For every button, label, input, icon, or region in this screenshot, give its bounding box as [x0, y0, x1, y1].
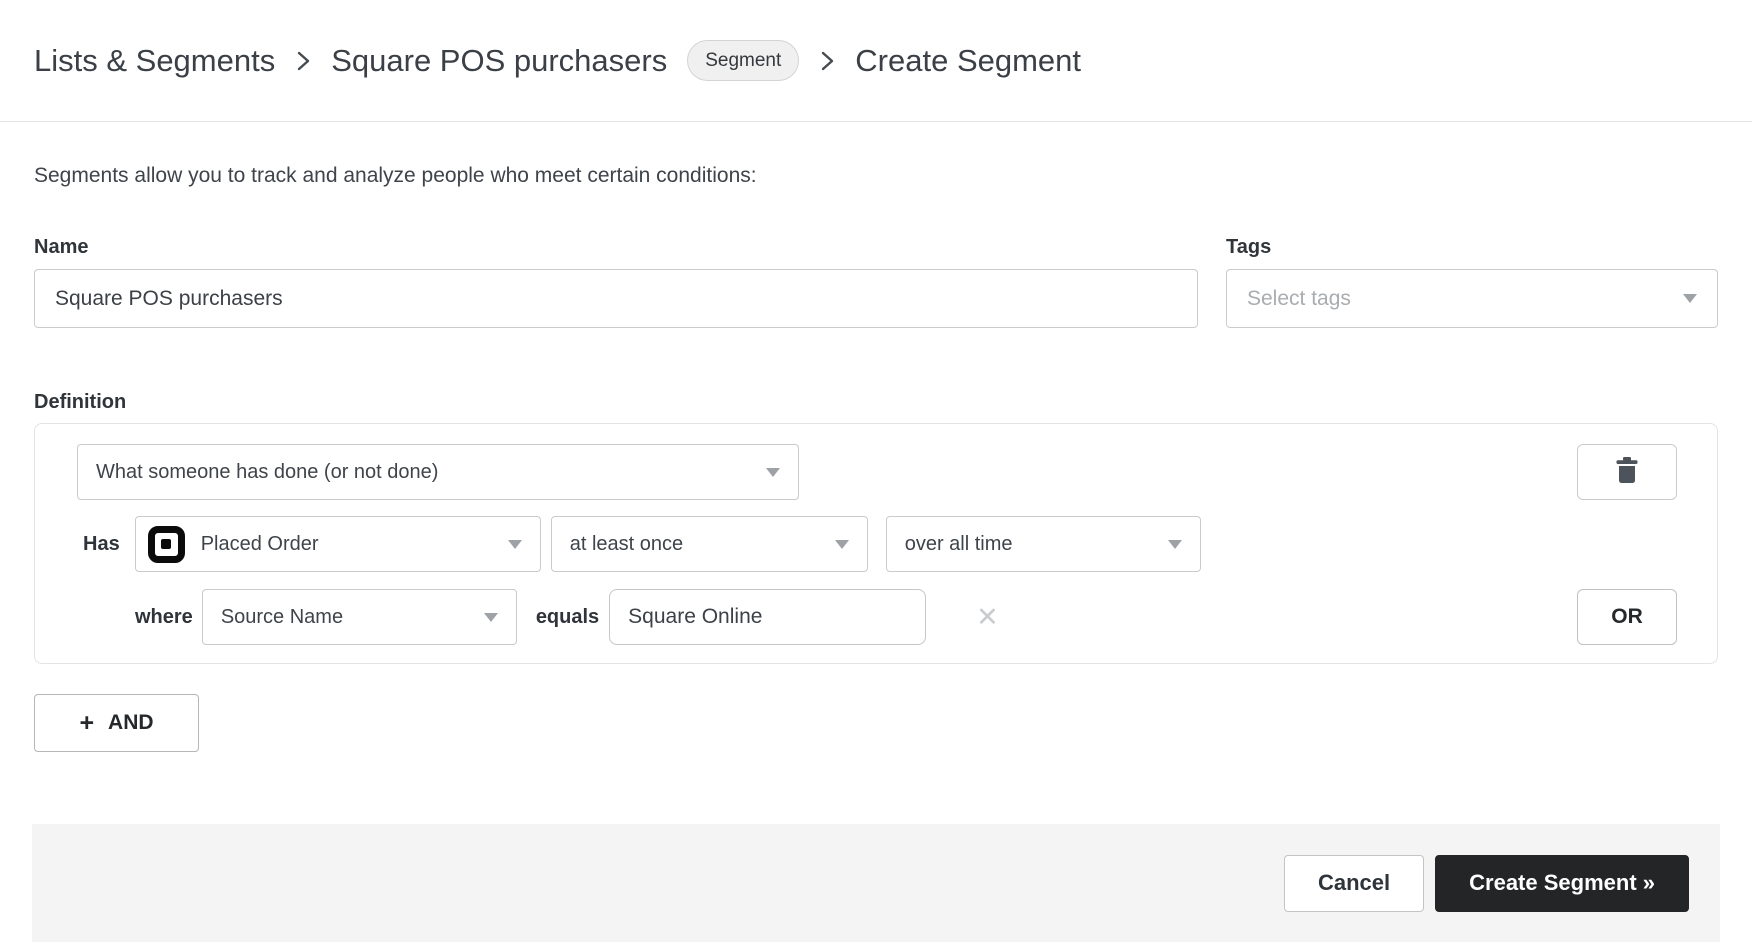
breadcrumb-chevron-icon	[295, 47, 311, 75]
chevron-down-icon	[1683, 294, 1697, 303]
timeframe-value: over all time	[905, 533, 1013, 556]
tags-placeholder: Select tags	[1247, 287, 1351, 311]
page-intro: Segments allow you to track and analyze …	[34, 164, 1718, 188]
main-content: Segments allow you to track and analyze …	[0, 164, 1752, 752]
has-label: Has	[83, 533, 120, 556]
property-value: Source Name	[221, 606, 343, 629]
create-segment-button[interactable]: Create Segment »	[1435, 855, 1689, 912]
segment-type-badge: Segment	[687, 40, 799, 81]
breadcrumb: Lists & Segments Square POS purchasers S…	[34, 40, 1081, 81]
breadcrumb-segment-name-link[interactable]: Square POS purchasers	[331, 43, 667, 79]
operator-label: equals	[536, 606, 599, 629]
add-and-condition-button[interactable]: + AND	[34, 694, 199, 752]
name-label: Name	[34, 234, 1198, 260]
tags-label: Tags	[1226, 234, 1718, 260]
metric-row: Has Placed Order at least once over all …	[83, 516, 1677, 572]
property-select[interactable]: Source Name	[202, 589, 517, 645]
trash-icon	[1614, 456, 1640, 488]
clear-filter-icon[interactable]: ✕	[976, 604, 999, 631]
metric-select-content: Placed Order	[148, 526, 319, 563]
chevron-down-icon	[484, 613, 498, 622]
filter-row: where Source Name equals ✕ OR	[77, 589, 1677, 645]
name-tags-row: Name Tags Select tags	[34, 234, 1718, 328]
breadcrumb-current-page: Create Segment	[855, 43, 1081, 79]
metric-value: Placed Order	[201, 533, 319, 556]
square-logo-icon	[148, 526, 185, 563]
breadcrumb-chevron-icon	[819, 47, 835, 75]
definition-label: Definition	[34, 390, 1718, 414]
condition-panel: What someone has done (or not done) Has	[34, 423, 1718, 664]
frequency-select[interactable]: at least once	[551, 516, 868, 572]
frequency-value: at least once	[570, 533, 683, 556]
timeframe-select[interactable]: over all time	[886, 516, 1201, 572]
segment-name-input[interactable]	[34, 269, 1198, 328]
filter-value-input[interactable]	[609, 589, 926, 645]
where-label: where	[135, 606, 193, 629]
chevron-down-icon	[766, 468, 780, 477]
plus-icon: +	[79, 711, 94, 736]
tags-select[interactable]: Select tags	[1226, 269, 1718, 328]
breadcrumb-lists-segments-link[interactable]: Lists & Segments	[34, 43, 275, 79]
delete-condition-button[interactable]	[1577, 444, 1677, 500]
and-button-label: AND	[108, 711, 154, 735]
condition-type-select[interactable]: What someone has done (or not done)	[77, 444, 799, 500]
condition-type-row: What someone has done (or not done)	[77, 444, 1677, 500]
or-condition-button[interactable]: OR	[1577, 589, 1677, 645]
name-field-group: Name	[34, 234, 1198, 328]
metric-select[interactable]: Placed Order	[135, 516, 541, 572]
condition-type-value: What someone has done (or not done)	[96, 461, 438, 484]
tags-field-group: Tags Select tags	[1226, 234, 1718, 328]
cancel-button[interactable]: Cancel	[1284, 855, 1424, 912]
chevron-down-icon	[508, 540, 522, 549]
page-header: Lists & Segments Square POS purchasers S…	[0, 0, 1752, 122]
chevron-down-icon	[1168, 540, 1182, 549]
chevron-down-icon	[835, 540, 849, 549]
footer-action-bar: Cancel Create Segment »	[32, 824, 1720, 942]
